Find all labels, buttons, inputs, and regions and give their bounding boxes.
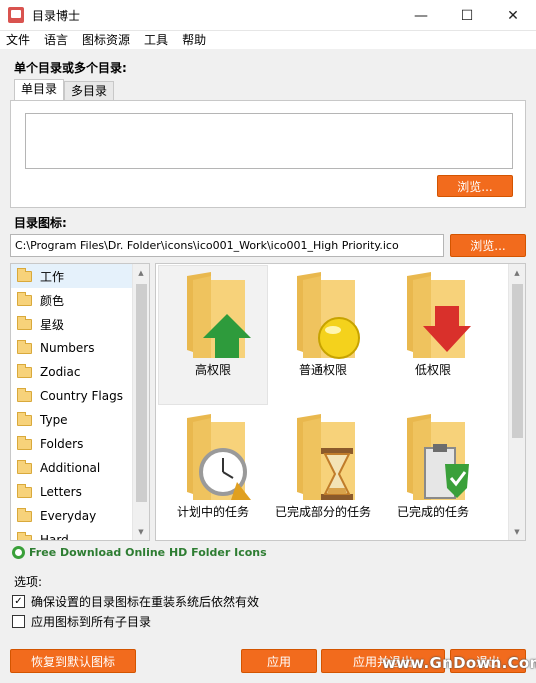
restore-default-icon-button[interactable]: 恢复到默认图标: [10, 649, 136, 673]
options-label: 选项:: [14, 575, 43, 589]
list-item[interactable]: 星级: [11, 312, 149, 336]
icon-caption: 计划中的任务: [176, 505, 249, 519]
option-apply-subfolders[interactable]: 应用图标到所有子目录: [12, 613, 151, 630]
folder-low-priority-icon: [407, 272, 471, 358]
directory-tab-panel: 浏览...: [10, 100, 526, 208]
icon-caption: 低权限: [414, 363, 451, 377]
scroll-up-icon[interactable]: ▲: [133, 264, 149, 281]
folder-high-priority-icon: [187, 272, 251, 358]
icon-tile-low-priority[interactable]: 低权限: [378, 266, 488, 404]
folder-icon: [17, 411, 32, 426]
close-button[interactable]: ✕: [490, 0, 536, 31]
folder-icon: [17, 315, 32, 330]
directories-label: 单个目录或多个目录:: [14, 61, 127, 75]
maximize-button[interactable]: ☐: [444, 0, 490, 31]
folder-icon: [17, 507, 32, 522]
folder-icon: [17, 339, 32, 354]
icon-grid-scrollbar[interactable]: ▲ ▼: [508, 264, 525, 540]
icon-tile-partially-complete-task[interactable]: 已完成部分的任务: [268, 408, 378, 538]
folder-icon: [17, 363, 32, 378]
menu-icon-resources[interactable]: 图标资源: [82, 31, 130, 49]
directory-tabs: 单目录 多目录: [14, 79, 115, 101]
apply-subfolders-checkbox[interactable]: [12, 615, 25, 628]
icon-caption: 已完成部分的任务: [274, 505, 371, 519]
browse-icon-button[interactable]: 浏览...: [450, 234, 526, 257]
category-scrollbar[interactable]: ▲ ▼: [132, 264, 149, 540]
icon-path-field[interactable]: C:\Program Files\Dr. Folder\icons\ico001…: [10, 234, 444, 257]
scrollbar-thumb[interactable]: [512, 284, 523, 438]
folder-icon: [17, 291, 32, 306]
list-item[interactable]: Country Flags: [11, 384, 149, 408]
icon-tile-normal-priority[interactable]: 普通权限: [268, 266, 378, 404]
watermark: www.GnDown.Com: [382, 654, 536, 672]
browse-directory-button[interactable]: 浏览...: [437, 175, 513, 197]
folder-alarm-clock-icon: [187, 414, 251, 500]
icon-tile-scheduled-task[interactable]: 计划中的任务: [158, 408, 268, 538]
list-item[interactable]: Folders: [11, 432, 149, 456]
folder-icon: [17, 435, 32, 450]
category-list[interactable]: 工作 颜色 星级 Numbers Zodiac Country Flags Ty…: [10, 263, 150, 541]
menu-help[interactable]: 帮助: [182, 31, 206, 49]
folder-icon-label: 目录图标:: [14, 216, 67, 230]
folder-icon: [17, 459, 32, 474]
persist-icon-checkbox[interactable]: ✓: [12, 595, 25, 608]
list-item[interactable]: Type: [11, 408, 149, 432]
list-item[interactable]: Everyday: [11, 504, 149, 528]
icon-tile-completed-task[interactable]: 已完成的任务: [378, 408, 488, 538]
folder-normal-priority-icon: [297, 272, 360, 359]
directory-input[interactable]: [25, 113, 513, 169]
folder-hourglass-icon: [297, 414, 355, 500]
menu-language[interactable]: 语言: [44, 31, 68, 49]
globe-icon: [12, 546, 25, 559]
tab-single-directory[interactable]: 单目录: [14, 79, 65, 100]
list-item[interactable]: Hard...: [11, 528, 149, 540]
download-icons-link[interactable]: Free Download Online HD Folder Icons: [12, 546, 267, 559]
menu-bar: 文件 语言 图标资源 工具 帮助: [0, 31, 536, 49]
scroll-up-icon[interactable]: ▲: [509, 264, 525, 281]
icon-caption: 普通权限: [298, 363, 347, 377]
title-bar: 目录博士 — ☐ ✕: [0, 0, 536, 31]
scrollbar-thumb[interactable]: [136, 284, 147, 502]
app-icon: [8, 7, 24, 23]
folder-icon: [17, 267, 32, 282]
apply-button[interactable]: 应用: [241, 649, 317, 673]
icon-grid: 高权限 普通权限 低权限 计划中的任务 已完成部分的任务 已完成的任务 ▲ ▼: [155, 263, 526, 541]
tab-multiple-directories[interactable]: 多目录: [64, 81, 115, 101]
icon-caption: 高权限: [194, 363, 231, 377]
folder-icon: [17, 531, 32, 540]
option-persist-icon[interactable]: ✓ 确保设置的目录图标在重装系统后依然有效: [12, 593, 259, 610]
folder-icon: [17, 483, 32, 498]
menu-file[interactable]: 文件: [6, 31, 30, 49]
list-item[interactable]: 颜色: [11, 288, 149, 312]
menu-tools[interactable]: 工具: [144, 31, 168, 49]
folder-clipboard-check-icon: [407, 414, 469, 500]
icon-tile-high-priority[interactable]: 高权限: [158, 265, 268, 405]
list-item[interactable]: Additional: [11, 456, 149, 480]
list-item[interactable]: Zodiac: [11, 360, 149, 384]
list-item[interactable]: Numbers: [11, 336, 149, 360]
list-item[interactable]: Letters: [11, 480, 149, 504]
scroll-down-icon[interactable]: ▼: [133, 523, 149, 540]
folder-icon: [17, 387, 32, 402]
list-item[interactable]: 工作: [11, 264, 149, 288]
window-controls: — ☐ ✕: [398, 0, 536, 31]
scroll-down-icon[interactable]: ▼: [509, 523, 525, 540]
minimize-button[interactable]: —: [398, 0, 444, 31]
icon-caption: 已完成的任务: [396, 505, 469, 519]
window-title: 目录博士: [32, 8, 81, 23]
